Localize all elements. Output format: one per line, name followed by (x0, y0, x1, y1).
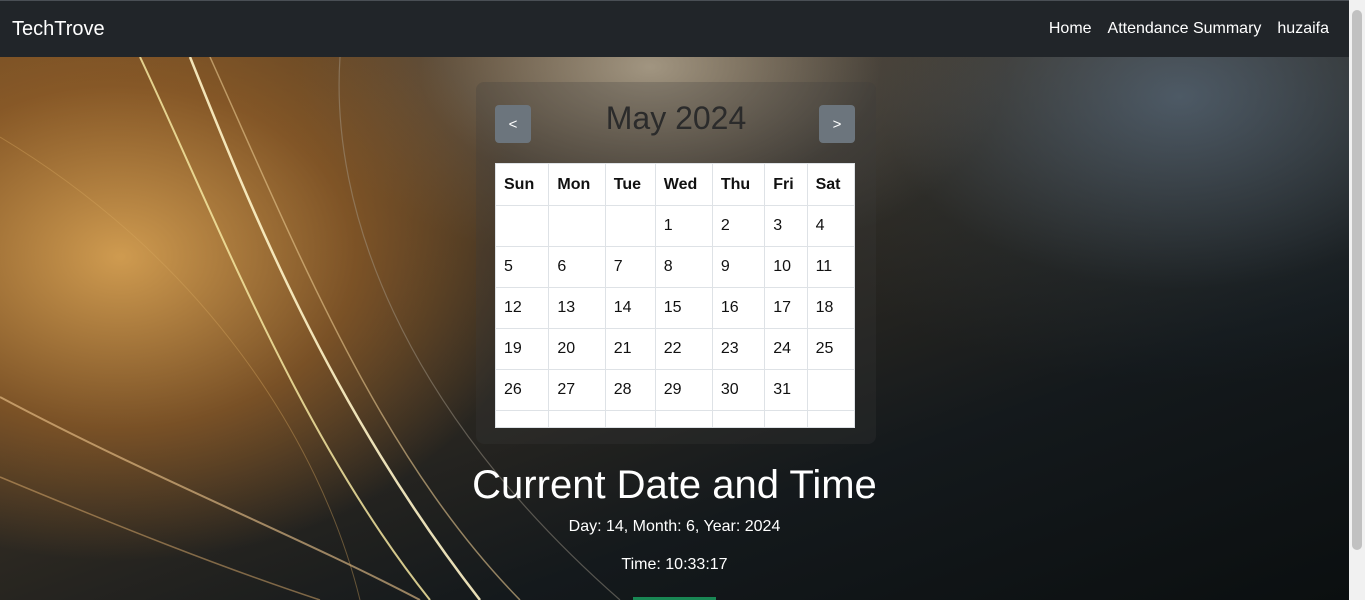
day-cell[interactable]: 17 (764, 287, 808, 329)
day-cell[interactable]: 7 (604, 246, 656, 288)
day-cell[interactable]: 14 (604, 287, 656, 329)
nav-home-link[interactable]: Home (1049, 20, 1092, 38)
calendar-card: < May 2024 > Sun Mon Tue Wed Thu Fri Sat… (476, 82, 876, 444)
day-cell[interactable] (604, 410, 656, 428)
day-cell[interactable]: 6 (548, 246, 606, 288)
week-row (494, 410, 856, 428)
week-row: 26 27 28 29 30 31 (494, 369, 856, 411)
weekday-header: Mon (548, 163, 606, 206)
day-cell[interactable]: 20 (548, 328, 606, 370)
day-cell[interactable] (806, 369, 856, 411)
day-cell[interactable]: 27 (548, 369, 606, 411)
day-cell[interactable] (494, 410, 550, 428)
day-cell[interactable]: 16 (711, 287, 766, 329)
weekday-header-row: Sun Mon Tue Wed Thu Fri Sat (494, 163, 856, 206)
day-cell[interactable] (806, 410, 856, 428)
day-cell[interactable] (548, 410, 606, 428)
day-cell[interactable]: 19 (494, 328, 550, 370)
day-cell[interactable]: 22 (654, 328, 713, 370)
day-cell[interactable]: 3 (764, 205, 808, 247)
day-cell[interactable]: 18 (806, 287, 856, 329)
day-cell[interactable]: 10 (764, 246, 808, 288)
week-row: 1 2 3 4 (494, 205, 856, 247)
day-cell[interactable] (711, 410, 766, 428)
weekday-header: Sat (806, 163, 856, 206)
day-cell[interactable] (764, 410, 808, 428)
current-date-text: Day: 14, Month: 6, Year: 2024 (568, 518, 781, 535)
weekday-header: Sun (494, 163, 550, 206)
day-cell[interactable]: 24 (764, 328, 808, 370)
day-cell[interactable]: 21 (604, 328, 656, 370)
week-row: 19 20 21 22 23 24 25 (494, 328, 856, 370)
nav-links: Home Attendance Summary huzaifa (1049, 20, 1329, 38)
previous-month-button[interactable]: < (495, 105, 531, 143)
day-cell[interactable]: 4 (806, 205, 856, 247)
day-cell[interactable]: 12 (494, 287, 550, 329)
day-cell[interactable]: 13 (548, 287, 606, 329)
weekday-header: Tue (604, 163, 656, 206)
day-cell[interactable]: 8 (654, 246, 713, 288)
day-cell[interactable]: 26 (494, 369, 550, 411)
day-cell[interactable]: 15 (654, 287, 713, 329)
day-cell[interactable] (494, 205, 550, 247)
day-cell[interactable]: 23 (711, 328, 766, 370)
current-time-text: Time: 10:33:17 (621, 556, 728, 573)
day-cell[interactable]: 2 (711, 205, 766, 247)
week-row: 12 13 14 15 16 17 18 (494, 287, 856, 329)
day-cell[interactable]: 29 (654, 369, 713, 411)
vertical-scrollbar[interactable] (1349, 0, 1365, 600)
day-cell[interactable]: 25 (806, 328, 856, 370)
month-title: May 2024 (605, 100, 747, 136)
day-cell[interactable]: 31 (764, 369, 808, 411)
next-month-button[interactable]: > (819, 105, 855, 143)
day-cell[interactable]: 11 (806, 246, 856, 288)
top-navbar: TechTrove Home Attendance Summary huzaif… (0, 0, 1349, 57)
nav-attendance-summary-link[interactable]: Attendance Summary (1108, 20, 1262, 38)
day-cell[interactable]: 5 (494, 246, 550, 288)
current-datetime-section: Current Date and Time Day: 14, Month: 6,… (0, 463, 1349, 574)
datetime-title: Current Date and Time (472, 463, 877, 507)
day-cell[interactable]: 9 (711, 246, 766, 288)
calendar-table: Sun Mon Tue Wed Thu Fri Sat 1 2 3 4 5 6 (494, 163, 856, 428)
day-cell[interactable] (548, 205, 606, 247)
day-cell[interactable]: 30 (711, 369, 766, 411)
brand-link[interactable]: TechTrove (12, 18, 105, 41)
day-cell[interactable] (604, 205, 656, 247)
day-cell[interactable] (654, 410, 713, 428)
day-cell[interactable]: 1 (654, 205, 713, 247)
day-cell[interactable]: 28 (604, 369, 656, 411)
nav-user-link[interactable]: huzaifa (1277, 20, 1329, 38)
week-row: 5 6 7 8 9 10 11 (494, 246, 856, 288)
weekday-header: Wed (654, 163, 713, 206)
weekday-header: Thu (711, 163, 766, 206)
scrollbar-thumb[interactable] (1352, 10, 1362, 550)
weekday-header: Fri (764, 163, 808, 206)
